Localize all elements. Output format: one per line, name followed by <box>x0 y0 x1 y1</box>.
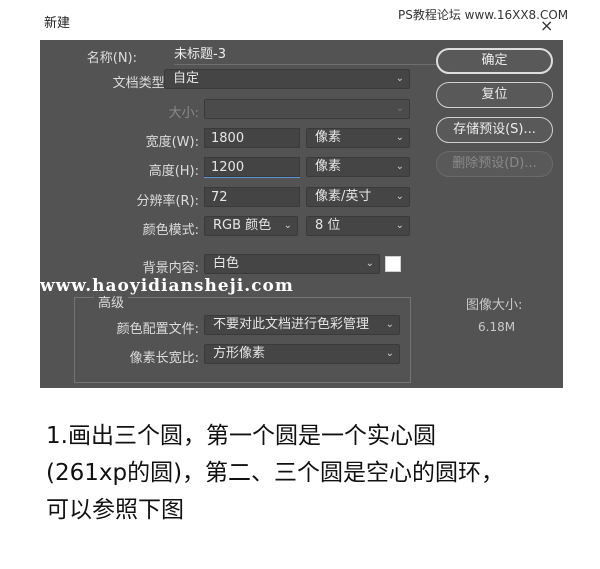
name-label: 名称(N): <box>86 51 137 66</box>
chevron-down-icon: ⌄ <box>283 220 292 231</box>
image-size-label: 图像大小: <box>466 298 523 313</box>
chevron-down-icon: ⌄ <box>395 132 404 143</box>
resolution-label: 分辨率(R): <box>136 194 199 209</box>
size-label: 大小: <box>168 106 199 121</box>
ok-button[interactable]: 确定 <box>436 48 553 74</box>
chevron-down-icon: ⌄ <box>395 73 404 84</box>
chevron-down-icon: ⌄ <box>385 348 394 359</box>
width-unit-select[interactable]: 像素 ⌄ <box>306 128 410 148</box>
overlay-watermark: www.haoyidiansheji.com <box>40 276 294 296</box>
delete-preset-button: 删除预设(D)... <box>436 151 553 177</box>
size-select: ⌄ <box>204 99 410 119</box>
height-unit-select[interactable]: 像素 ⌄ <box>306 157 410 177</box>
name-input[interactable]: 未标题-3 <box>174 46 444 65</box>
color-mode-select[interactable]: RGB 颜色 ⌄ <box>204 216 298 236</box>
doc-type-label: 文档类型: <box>112 76 169 91</box>
chevron-down-icon: ⌄ <box>395 161 404 172</box>
background-select[interactable]: 白色 ⌄ <box>204 254 380 274</box>
save-preset-button[interactable]: 存储预设(S)... <box>436 117 553 143</box>
window-titlebar: 新建 PS教程论坛 www.16XX8.COM × <box>0 0 600 40</box>
tutorial-caption: 1.画出三个圆，第一个圆是一个实心圆 (261xp的圆)，第二、三个圆是空心的圆… <box>46 418 566 529</box>
caption-line-3: 可以参照下图 <box>46 497 184 523</box>
color-mode-value: RGB 颜色 <box>213 218 272 233</box>
chevron-down-icon: ⌄ <box>395 191 404 202</box>
chevron-down-icon: ⌄ <box>385 319 394 330</box>
width-label: 宽度(W): <box>145 135 199 150</box>
height-unit-value: 像素 <box>315 159 342 174</box>
reset-button[interactable]: 复位 <box>436 82 553 108</box>
bit-depth-value: 8 位 <box>315 218 341 233</box>
background-color-swatch[interactable] <box>385 256 401 272</box>
width-input[interactable]: 1800 <box>204 128 300 148</box>
width-unit-value: 像素 <box>315 130 342 145</box>
chevron-down-icon: ⌄ <box>365 258 374 269</box>
chevron-down-icon: ⌄ <box>395 103 404 114</box>
color-profile-value: 不要对此文档进行色彩管理 <box>213 317 370 332</box>
bit-depth-select[interactable]: 8 位 ⌄ <box>306 216 410 236</box>
doc-type-select[interactable]: 自定 ⌄ <box>164 69 410 89</box>
color-mode-label: 颜色模式: <box>142 223 199 238</box>
new-document-dialog: 名称(N): 未标题-3 文档类型: 自定 ⌄ 大小: ⌄ 宽度(W): 180… <box>40 40 563 388</box>
pixel-aspect-value: 方形像素 <box>213 346 266 361</box>
color-profile-label: 颜色配置文件: <box>116 322 199 337</box>
resolution-unit-value: 像素/英寸 <box>315 189 372 204</box>
height-input[interactable]: 1200 <box>204 157 300 177</box>
resolution-input[interactable]: 72 <box>204 187 300 207</box>
pixel-aspect-select[interactable]: 方形像素 ⌄ <box>204 344 400 364</box>
pixel-aspect-label: 像素长宽比: <box>129 351 199 366</box>
color-profile-select[interactable]: 不要对此文档进行色彩管理 ⌄ <box>204 315 400 335</box>
resolution-unit-select[interactable]: 像素/英寸 ⌄ <box>306 187 410 207</box>
background-label: 背景内容: <box>142 261 199 276</box>
caption-line-1: 1.画出三个圆，第一个圆是一个实心圆 <box>46 423 436 449</box>
chevron-down-icon: ⌄ <box>395 220 404 231</box>
focus-underline <box>204 177 300 178</box>
window-title: 新建 <box>44 16 71 31</box>
doc-type-value: 自定 <box>173 71 200 86</box>
close-icon[interactable]: × <box>540 18 553 34</box>
height-label: 高度(H): <box>148 164 199 179</box>
background-value: 白色 <box>213 256 240 271</box>
image-size-value: 6.18M <box>478 320 516 334</box>
caption-line-2: (261xp的圆)，第二、三个圆是空心的圆环， <box>46 460 505 486</box>
